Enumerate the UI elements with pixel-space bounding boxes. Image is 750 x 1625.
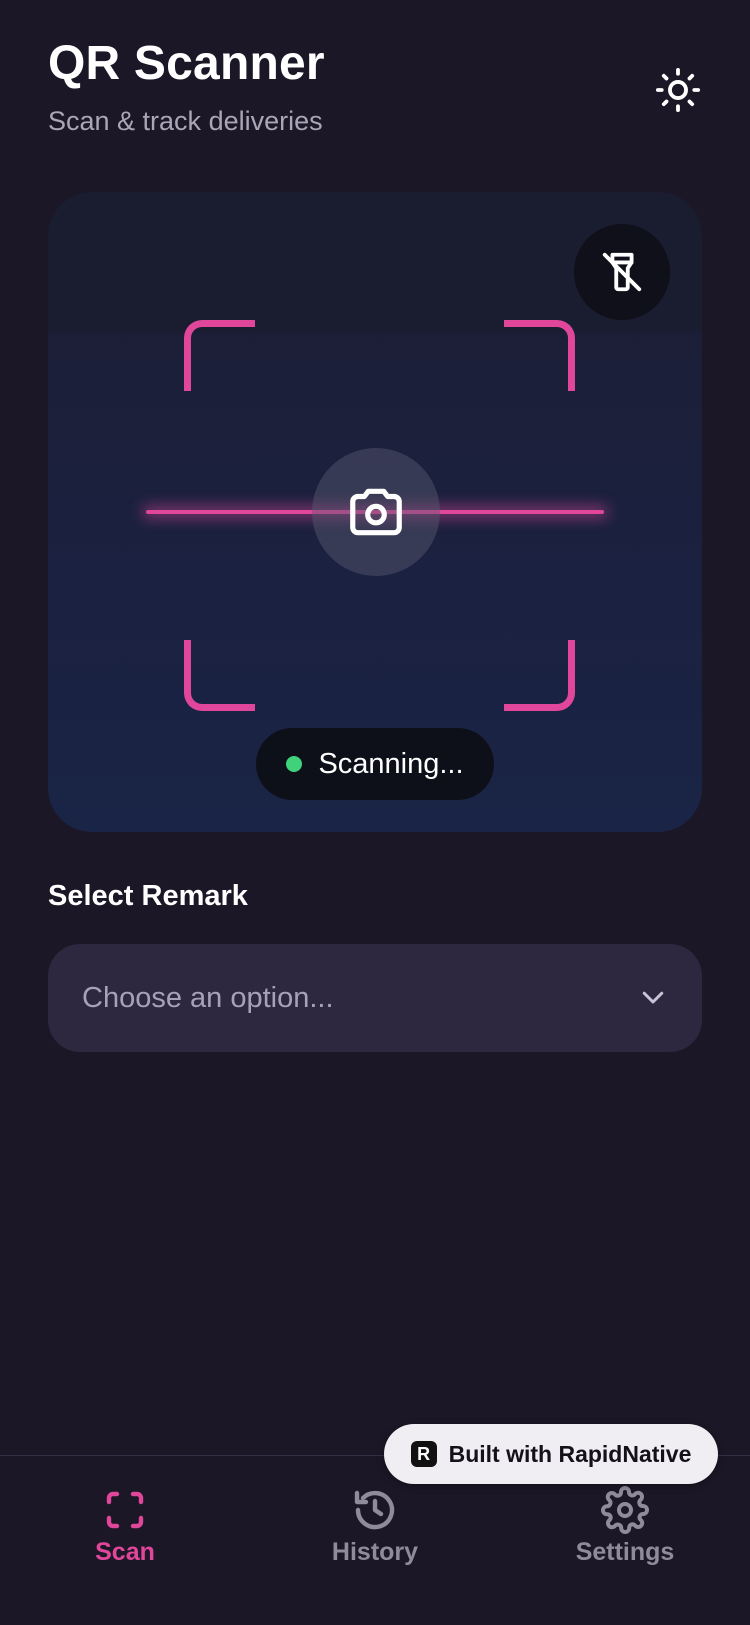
- scanner-view: Scanning...: [48, 192, 702, 832]
- built-with-badge[interactable]: R Built with RapidNative: [384, 1424, 718, 1484]
- remark-select-placeholder: Choose an option...: [82, 982, 334, 1014]
- flashlight-toggle-button[interactable]: [574, 224, 670, 320]
- settings-icon: [601, 1486, 649, 1534]
- tab-scan-label: Scan: [95, 1538, 155, 1566]
- chevron-down-icon: [642, 991, 664, 1004]
- remark-select[interactable]: Choose an option...: [48, 944, 702, 1052]
- tab-scan[interactable]: Scan: [35, 1486, 215, 1567]
- sun-icon: [655, 67, 701, 113]
- built-with-text: Built with RapidNative: [448, 1440, 692, 1467]
- frame-corner-bottom-left: [184, 640, 255, 711]
- scan-icon: [106, 1491, 144, 1529]
- frame-corner-top-left: [184, 320, 255, 391]
- tab-settings[interactable]: Settings: [535, 1486, 715, 1567]
- frame-corner-top-right: [504, 320, 575, 391]
- frame-corner-bottom-right: [504, 640, 575, 711]
- camera-button[interactable]: [312, 448, 440, 576]
- tab-settings-label: Settings: [575, 1538, 675, 1566]
- rapidnative-logo-icon: R: [410, 1441, 437, 1467]
- camera-icon: [350, 488, 402, 536]
- history-icon: [354, 1490, 395, 1530]
- tab-history-label: History: [331, 1538, 419, 1566]
- status-text: Scanning...: [318, 747, 464, 780]
- remark-label: Select Remark: [48, 880, 248, 912]
- scanning-status-badge: Scanning...: [256, 728, 494, 800]
- tab-history[interactable]: History: [285, 1486, 465, 1567]
- page-subtitle: Scan & track deliveries: [48, 106, 323, 136]
- status-dot: [286, 756, 303, 772]
- theme-toggle-button[interactable]: [652, 64, 704, 116]
- page-title: QR Scanner: [48, 37, 325, 90]
- flashlight-off-icon: [602, 252, 642, 292]
